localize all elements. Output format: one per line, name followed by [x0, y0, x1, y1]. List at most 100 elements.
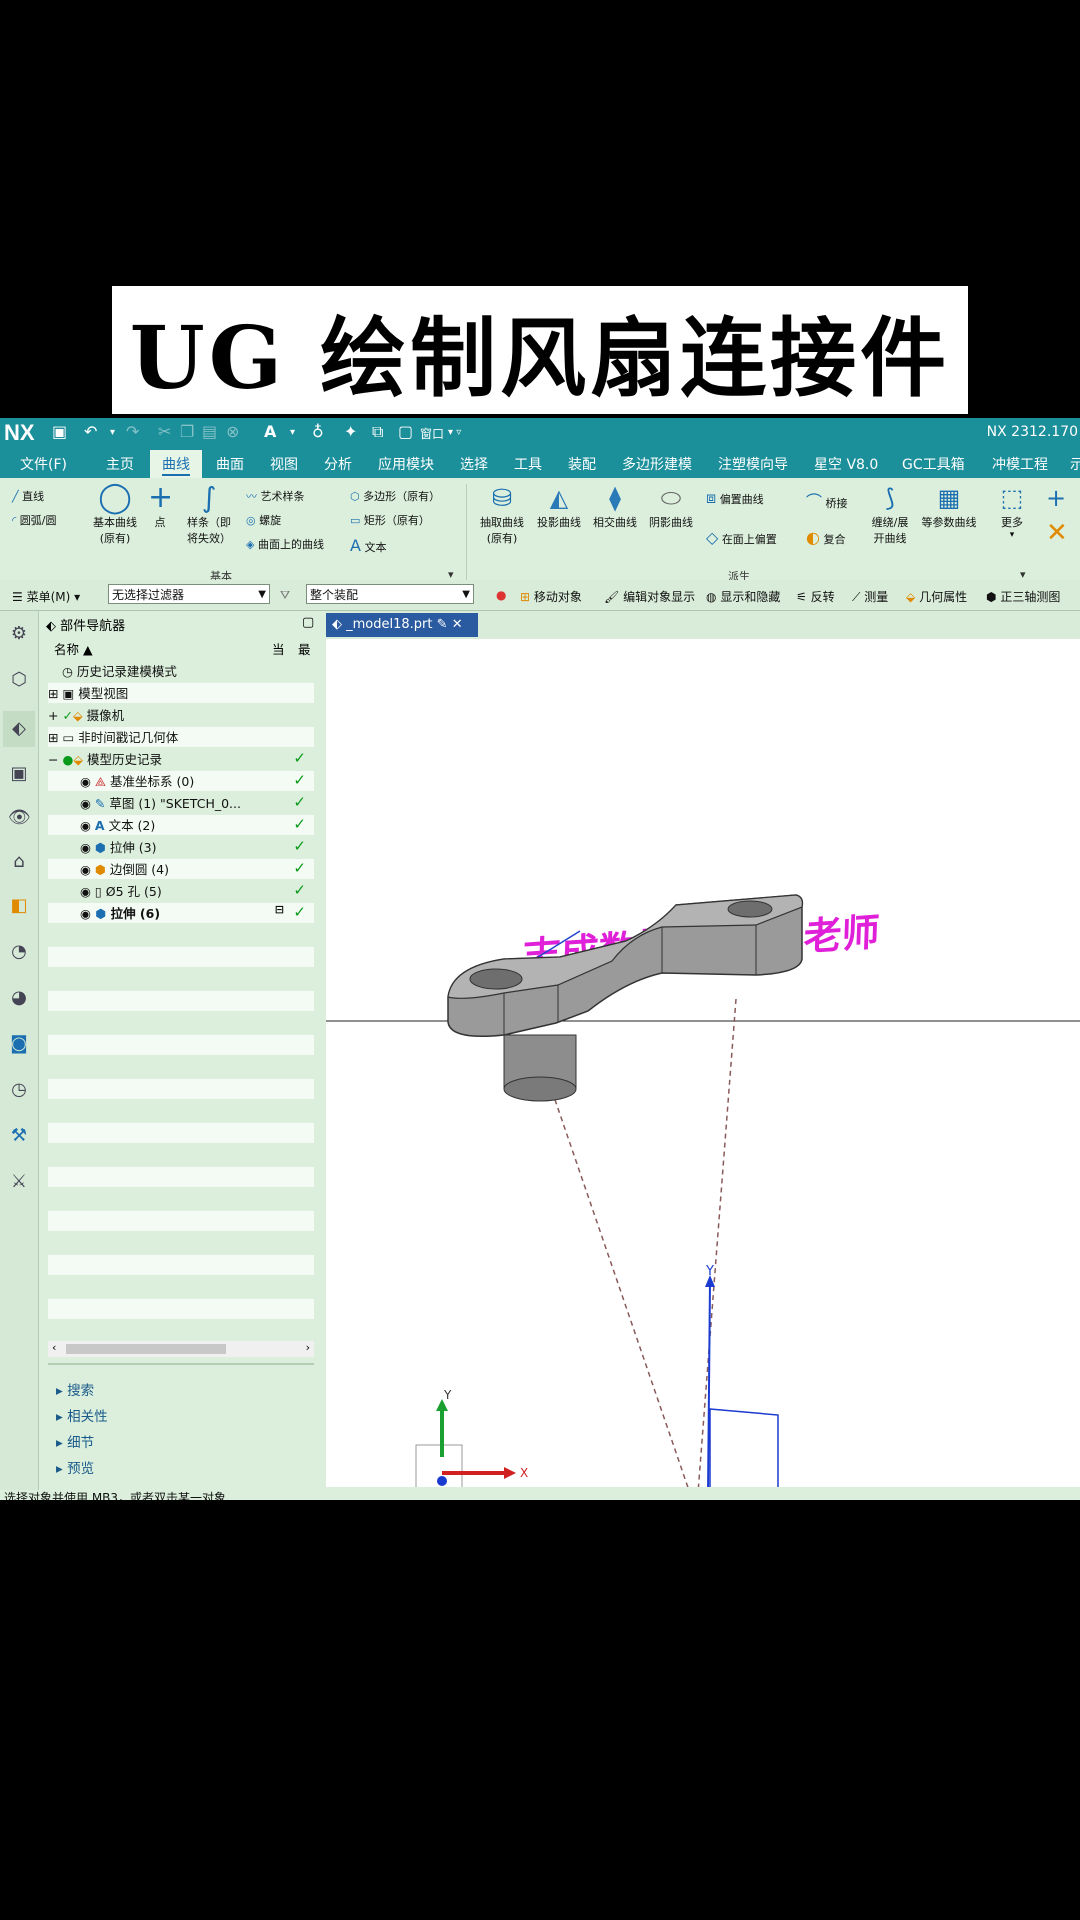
menu-curve[interactable]: 曲线 — [162, 454, 190, 476]
tree-row-hole[interactable]: ◉ ▯ Ø5 孔 (5) ✓ — [48, 881, 314, 901]
spline-tool[interactable]: ∫ 样条（即 将失效） — [180, 482, 238, 546]
bridge-curve-tool[interactable]: ⌒ 桥接 — [806, 488, 848, 512]
column-name-header[interactable]: 名称 ▲ — [54, 639, 93, 658]
text-tool[interactable]: A 文本 — [350, 536, 386, 555]
extra-point-icon[interactable]: + — [1046, 484, 1066, 512]
tree-row-cameras[interactable]: + ✓⬙ 摄像机 — [48, 705, 314, 725]
eye-icon[interactable]: ◉ — [80, 840, 91, 855]
datum-csys[interactable]: Y X Z — [695, 1264, 855, 1500]
more-tools[interactable]: ⬚ 更多 ▾ — [994, 482, 1030, 540]
collapse-icon[interactable]: − — [48, 752, 58, 767]
text-dropdown-icon[interactable]: ▾ — [290, 427, 295, 438]
view-icon[interactable]: 👁 — [8, 807, 31, 829]
color-icon[interactable]: ● — [496, 588, 506, 602]
composite-curve-tool[interactable]: ◐ 复合 — [806, 528, 845, 547]
window-layout-icon[interactable]: ▢ — [398, 422, 413, 441]
reverse-button[interactable]: ⚟ 反转 — [796, 588, 835, 605]
tools-icon[interactable]: ⚔ — [8, 1171, 30, 1193]
eye-icon[interactable]: ◉ — [80, 906, 91, 921]
layer-icon[interactable]: ◧ — [8, 895, 30, 917]
menu-mold-wizard[interactable]: 注塑模向导 — [718, 454, 788, 474]
menu-file[interactable]: 文件(F) — [20, 454, 67, 474]
move-object-button[interactable]: ⊞ 移动对象 — [520, 588, 582, 605]
settings-icon[interactable]: ⚙ — [8, 623, 30, 645]
helix-tool[interactable]: ◎ 螺旋 — [246, 512, 281, 528]
connector-arm[interactable] — [447, 894, 804, 1038]
undo-icon[interactable]: ↶ — [84, 422, 97, 441]
accordion-preview[interactable]: ▸ 预览 — [56, 1457, 94, 1477]
arc-tool[interactable]: ◜ 圆弧/圆 — [12, 512, 56, 528]
save-icon[interactable]: ▣ — [52, 422, 67, 441]
eye-icon[interactable]: ◉ — [80, 818, 91, 833]
expand-icon[interactable]: ⊞ — [48, 730, 58, 745]
menu-gc-toolbox[interactable]: GC工具箱 — [902, 454, 965, 474]
polygon-tool[interactable]: ⬡ 多边形（原有） — [350, 488, 440, 504]
column-current-header[interactable]: 当 — [272, 639, 285, 658]
shadow-curve-tool[interactable]: ⬭ 阴影曲线 — [644, 482, 698, 530]
tree-row-history-mode[interactable]: ◷ 历史记录建模模式 — [48, 661, 314, 681]
accordion-details[interactable]: ▸ 细节 — [56, 1431, 94, 1451]
menu-tools[interactable]: 工具 — [514, 454, 542, 474]
scrollbar-thumb[interactable] — [66, 1344, 226, 1354]
boss-cylinder[interactable] — [503, 1034, 577, 1102]
expand-icon[interactable]: + — [48, 708, 58, 723]
offset-in-face-tool[interactable]: ◇ 在面上偏置 — [706, 528, 777, 547]
eye-icon[interactable]: ◉ — [80, 796, 91, 811]
menu-more[interactable]: 示 — [1070, 454, 1080, 474]
undo-dropdown-icon[interactable]: ▾ — [110, 427, 115, 438]
horizontal-scrollbar[interactable]: ‹ › — [48, 1341, 314, 1357]
menu-home[interactable]: 主页 — [106, 454, 134, 474]
menu-analysis[interactable]: 分析 — [324, 454, 352, 474]
accordion-search[interactable]: ▸ 搜索 — [56, 1379, 94, 1399]
tree-row-extrude-6[interactable]: ◉ ⬢ 拉伸 (6) ⊟ ✓ — [48, 903, 314, 923]
text-style-icon[interactable]: A — [264, 422, 276, 441]
scroll-right-icon[interactable]: › — [306, 1341, 310, 1354]
mounting-hole[interactable] — [469, 968, 523, 990]
menu-assembly[interactable]: 装配 — [568, 454, 596, 474]
window-menu[interactable]: 窗口 — [420, 425, 444, 442]
menu-application[interactable]: 应用模块 — [378, 454, 434, 474]
column-latest-header[interactable]: 最 — [298, 639, 311, 658]
window-icon[interactable]: ⧉ — [372, 422, 383, 442]
role-icon[interactable]: ⚒ — [8, 1125, 30, 1147]
history-icon[interactable]: ◷ — [8, 1079, 30, 1101]
tree-row-non-timestamp[interactable]: ⊞ ▭ 非时间戳记几何体 — [48, 727, 314, 747]
reuse-library-icon[interactable]: ⌂ — [8, 851, 30, 873]
trimetric-view-button[interactable]: ⬢ 正三轴测图 — [986, 588, 1060, 605]
process-studio-icon[interactable]: ◕ — [8, 987, 30, 1009]
palette-icon[interactable]: ◙ — [8, 1033, 30, 1055]
accordion-dependencies[interactable]: ▸ 相关性 — [56, 1405, 108, 1425]
close-icon[interactable]: ✕ — [452, 617, 463, 632]
menu-die-engineering[interactable]: 冲模工程 — [992, 454, 1048, 474]
constraint-navigator-icon[interactable]: ▣ — [8, 763, 30, 785]
graphics-window[interactable]: 志成数控培训-王老师 — [326, 639, 1080, 1500]
menu-select[interactable]: 选择 — [460, 454, 488, 474]
project-curve-tool[interactable]: ◭ 投影曲线 — [532, 482, 586, 530]
expand-icon[interactable]: ⊞ — [48, 686, 58, 701]
measure-button[interactable]: ⟋ 测量 — [852, 588, 888, 605]
filter-icon[interactable]: ⛛ — [280, 588, 290, 603]
offset-curve-tool[interactable]: ⧈ 偏置曲线 — [706, 488, 764, 508]
touch-mode-icon[interactable]: ✦ — [344, 422, 357, 441]
window-dropdown-icon[interactable]: ▾ ▿ — [448, 427, 461, 438]
extra-cross-icon[interactable]: ✕ — [1046, 518, 1068, 548]
tree-row-model-views[interactable]: ⊞ ▣ 模型视图 — [48, 683, 314, 703]
edit-display-button[interactable]: 🖌 编辑对象显示 — [604, 588, 695, 605]
tree-row-datum-csys[interactable]: ◉ ⟁ 基准坐标系 (0) ✓ — [48, 771, 314, 791]
assembly-scope-dropdown[interactable]: 整个装配 ▼ — [306, 584, 474, 604]
eye-icon[interactable]: ◉ — [80, 884, 91, 899]
extract-curve-tool[interactable]: ⛁ 抽取曲线 (原有) — [474, 482, 530, 546]
line-tool[interactable]: ╱ 直线 — [12, 488, 44, 504]
tree-row-text[interactable]: ◉ A 文本 (2) ✓ — [48, 815, 314, 835]
rectangle-tool[interactable]: ▭ 矩形（原有） — [350, 512, 430, 528]
selection-filter-dropdown[interactable]: 无选择过滤器 ▼ — [108, 584, 270, 604]
menu-surface[interactable]: 曲面 — [216, 454, 244, 474]
tree-row-sketch[interactable]: ◉ ✎ 草图 (1) "SKETCH_0... ✓ — [48, 793, 314, 813]
menu-button[interactable]: ☰ 菜单(M) ▾ — [12, 588, 80, 605]
wrap-unwrap-tool[interactable]: ⟆ 缠绕/展 开曲线 — [864, 482, 916, 546]
eye-icon[interactable]: ◉ — [80, 774, 91, 789]
show-hide-button[interactable]: ◍ 显示和隐藏 — [706, 588, 780, 605]
mounting-hole[interactable] — [727, 900, 773, 918]
intersect-curve-tool[interactable]: ⧫ 相交曲线 — [588, 482, 642, 530]
curve-on-surface-tool[interactable]: ◈ 曲面上的曲线 — [246, 536, 324, 552]
